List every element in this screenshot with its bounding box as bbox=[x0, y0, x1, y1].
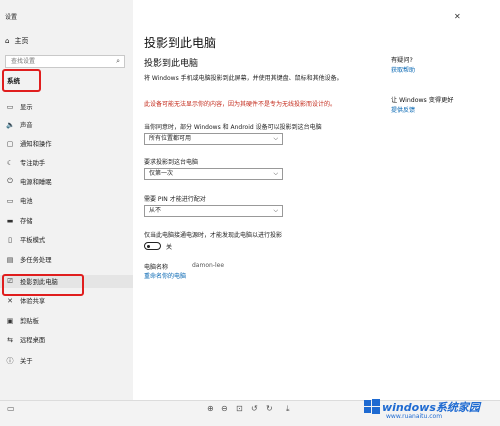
toggle-knob bbox=[146, 244, 150, 248]
sidebar-item[interactable]: ⇆ 远程桌面 bbox=[0, 333, 133, 346]
sidebar-item-label: 剪贴板 bbox=[20, 318, 39, 325]
sidebar-item-label: 专注助手 bbox=[20, 160, 46, 167]
clipboard-icon: ▣ bbox=[6, 316, 14, 325]
setting-power-label: 仅当此电脑接通电源时，才能发现此电脑以进行投影 bbox=[144, 232, 283, 239]
tablet-icon: ▯ bbox=[8, 235, 12, 244]
sidebar-item[interactable]: ⏻ 电源和睡眠 bbox=[0, 175, 133, 188]
chevron-down-icon: ⌵ bbox=[273, 207, 278, 214]
home-label: 主页 bbox=[14, 37, 29, 45]
sidebar-item-label: 通知和操作 bbox=[20, 141, 52, 148]
improve-heading: 让 Windows 变得更好 bbox=[391, 97, 454, 104]
ask-value: 仅第一次 bbox=[149, 170, 174, 177]
watermark-url: www.ruanaitu.com bbox=[386, 413, 443, 420]
pin-value: 从不 bbox=[149, 207, 162, 214]
page-title: 投影到此电脑 bbox=[144, 36, 217, 50]
pc-name-value: damon-lee bbox=[192, 262, 225, 269]
monitor-icon: ▭ bbox=[6, 102, 14, 111]
availability-value: 所有位置都可用 bbox=[149, 135, 192, 142]
sidebar-item[interactable]: ▤ 多任务处理 bbox=[0, 253, 133, 266]
pc-name-label: 电脑名称 bbox=[144, 264, 169, 271]
settings-window: 设置 ⌂ 主页 查找设置 ⌕ 系统 ▭ 显示 🔈 声音 ▢ 通知和操作 ☾ 专注助手 ⏻ 电源和睡… bbox=[0, 0, 500, 426]
speaker-icon: 🔈 bbox=[6, 120, 15, 129]
setting-ask-label: 要求投影到这台电脑 bbox=[144, 159, 199, 166]
sidebar-item[interactable]: ⓘ 关于 bbox=[0, 354, 133, 367]
pin-dropdown[interactable]: 从不 ⌵ bbox=[144, 205, 283, 217]
sidebar-item-label: 声音 bbox=[20, 122, 33, 129]
taskbar-window-icon[interactable]: ▭ bbox=[7, 404, 15, 413]
sidebar-item-label: 电源和睡眠 bbox=[20, 179, 52, 186]
zoom-in-icon[interactable]: ⊕ bbox=[207, 404, 214, 413]
moon-icon: ☾ bbox=[6, 158, 14, 167]
sidebar-item[interactable]: ▭ 电池 bbox=[0, 194, 133, 207]
sidebar-item[interactable]: ▣ 剪贴板 bbox=[0, 314, 133, 327]
availability-dropdown[interactable]: 所有位置都可用 ⌵ bbox=[144, 133, 283, 145]
sidebar-item-label: 体验共享 bbox=[20, 298, 46, 305]
section-title: 投影到此电脑 bbox=[144, 59, 199, 69]
sidebar-home[interactable]: ⌂ 主页 bbox=[5, 36, 28, 46]
notification-icon: ▢ bbox=[6, 139, 14, 148]
setting-pin-label: 需要 PIN 才能进行配对 bbox=[144, 196, 206, 203]
sidebar-item[interactable]: ▢ 通知和操作 bbox=[0, 137, 133, 150]
search-input[interactable]: 查找设置 ⌕ bbox=[5, 55, 125, 68]
search-placeholder: 查找设置 bbox=[11, 58, 36, 65]
question-heading: 有疑问? bbox=[391, 57, 413, 64]
remote-icon: ⇆ bbox=[7, 335, 13, 344]
chevron-down-icon: ⌵ bbox=[273, 170, 278, 177]
rotate-left-icon[interactable]: ↺ bbox=[251, 404, 258, 413]
sidebar-item-label: 电池 bbox=[20, 198, 33, 205]
battery-icon: ▭ bbox=[6, 196, 14, 205]
sidebar: 设置 ⌂ 主页 查找设置 ⌕ 系统 ▭ 显示 🔈 声音 ▢ 通知和操作 ☾ 专注助手 ⏻ 电源和睡… bbox=[0, 0, 133, 400]
close-icon[interactable]: ✕ bbox=[454, 12, 461, 21]
rotate-right-icon[interactable]: ↻ bbox=[266, 404, 273, 413]
toggle-state-label: 关 bbox=[166, 244, 173, 251]
warning-text: 此设备可能无法显示你的内容，因为其硬件不是专为无线投影而设计的。 bbox=[144, 101, 337, 108]
highlight-box-category bbox=[2, 69, 41, 92]
share-icon: ✕ bbox=[7, 296, 13, 305]
windows-logo-icon bbox=[364, 399, 380, 414]
sidebar-item-label: 平板模式 bbox=[20, 237, 46, 244]
info-icon: ⓘ bbox=[6, 356, 14, 365]
sidebar-item-label: 存储 bbox=[20, 218, 33, 225]
ask-dropdown[interactable]: 仅第一次 ⌵ bbox=[144, 168, 283, 180]
get-help-link[interactable]: 获取帮助 bbox=[391, 65, 415, 74]
sidebar-item-label: 多任务处理 bbox=[20, 257, 52, 264]
power-icon: ⏻ bbox=[7, 177, 13, 185]
sidebar-item[interactable]: ☾ 专注助手 bbox=[0, 156, 133, 169]
watermark: windows系统家园 www.ruanaitu.com bbox=[360, 395, 500, 425]
zoom-out-icon[interactable]: ⊖ bbox=[221, 404, 228, 413]
fit-icon[interactable]: ⊡ bbox=[236, 404, 243, 413]
setting-availability-label: 当你同意时，部分 Windows 和 Android 设备可以投影到这台电脑 bbox=[144, 124, 322, 131]
storage-icon: ▬ bbox=[6, 216, 14, 225]
sidebar-item[interactable]: 🔈 声音 bbox=[0, 118, 133, 131]
feedback-link[interactable]: 提供反馈 bbox=[391, 105, 415, 114]
sidebar-item[interactable]: ▬ 存储 bbox=[0, 214, 133, 227]
highlight-box-projection bbox=[2, 274, 84, 296]
sidebar-item[interactable]: ▯ 平板模式 bbox=[0, 233, 133, 246]
rename-pc-link[interactable]: 重命名你的电脑 bbox=[144, 271, 186, 280]
sidebar-item-label: 显示 bbox=[20, 104, 33, 111]
sidebar-item-label: 远程桌面 bbox=[20, 337, 46, 344]
home-icon: ⌂ bbox=[5, 37, 10, 45]
chevron-down-icon: ⌵ bbox=[273, 135, 278, 142]
multitask-icon: ▤ bbox=[6, 255, 14, 264]
power-only-toggle[interactable] bbox=[144, 242, 161, 250]
sidebar-item-label: 关于 bbox=[20, 358, 33, 365]
search-icon: ⌕ bbox=[116, 57, 120, 65]
sidebar-item[interactable]: ▭ 显示 bbox=[0, 100, 133, 113]
description-text: 将 Windows 手机或电脑投影到此屏幕，并使用其键盘、鼠标和其他设备。 bbox=[144, 75, 343, 82]
window-title: 设置 bbox=[5, 14, 18, 21]
download-icon[interactable]: ⤓ bbox=[286, 404, 290, 414]
